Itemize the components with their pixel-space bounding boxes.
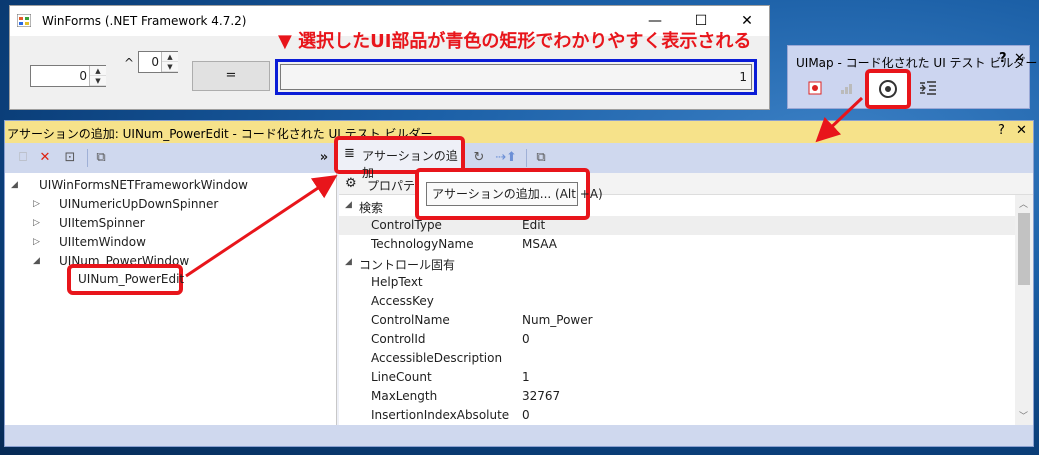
spin-up-icon[interactable]: ▲ [162,52,178,62]
property-name: AccessKey [371,294,434,308]
property-value: 0 [522,332,530,346]
scrollbar-thumb[interactable] [1018,213,1030,285]
result-textbox[interactable]: 1 [280,64,752,90]
property-name: HelpText [371,275,423,289]
equals-button[interactable]: = [192,61,270,91]
expander-icon[interactable]: ▷ [33,199,40,209]
uimap-help-button[interactable]: ? [999,51,1007,66]
add-assertion-tooltip: アサーションの追加... (Alt +A) [426,182,603,206]
refresh-icon[interactable]: ↻ [471,149,487,167]
spin-down-icon[interactable]: ▼ [90,76,106,86]
expander-icon[interactable]: ◢ [11,180,18,190]
rename-icon[interactable]: ⊡ [61,149,79,167]
property-name: AccessibleDescription [371,351,503,365]
winforms-window: WinForms (.NET Framework 4.7.2) — ☐ ✕ 0 … [9,5,770,110]
property-row[interactable]: InsertionIndexAbsolute 0 [339,406,1015,425]
expander-icon[interactable]: ◢ [345,200,352,210]
base-value: 0 [79,69,87,83]
properties-scrollbar[interactable]: ︿ ﹀ [1015,195,1033,425]
property-row[interactable]: HelpText [339,273,1015,292]
property-name: ControlType [371,218,442,232]
base-spin-buttons[interactable]: ▲ ▼ [89,66,106,86]
category-label: コントロール固有 [359,258,456,272]
property-row[interactable]: ControlId 0 [339,330,1015,349]
expander-icon[interactable]: ◢ [345,257,352,267]
property-value: 1 [522,370,530,384]
property-row[interactable]: AccessibleDescription [339,349,1015,368]
scroll-up-icon[interactable]: ︿ [1019,197,1028,210]
property-value: MSAA [522,237,557,251]
tree-node[interactable]: UIWinFormsNETFrameworkWindow [39,178,248,192]
add-control-icon[interactable]: ⇢⬆ [491,149,521,167]
control-tree-panel: ◢ UIWinFormsNETFrameworkWindow ▷ UINumer… [5,173,337,425]
property-row[interactable]: TechnologyName MSAA [339,235,1015,254]
expander-icon[interactable]: ◢ [33,256,40,266]
delete-icon[interactable]: ✕ [37,149,53,167]
status-bar [5,425,1033,446]
scroll-down-icon[interactable]: ﹀ [1019,409,1028,422]
tree-node[interactable]: UIItemSpinner [59,216,145,230]
builder-close-button[interactable]: ✕ [1016,123,1027,138]
expander-icon[interactable]: ▷ [33,237,40,247]
property-name: LineCount [371,370,432,384]
property-name: InsertionIndexAbsolute [371,408,510,422]
copy-to-clipboard-icon[interactable]: ⧉ [533,149,549,167]
assertion-builder-window: アサーションの追加: UINum_PowerEdit - コード化された UI … [4,120,1034,447]
property-row[interactable]: AccessKey [339,292,1015,311]
tree-node[interactable]: UIItemWindow [59,235,146,249]
category-label: 検索 [359,201,384,215]
power-caret-label: ^ [124,56,135,70]
property-row[interactable]: MaxLength 32767 [339,387,1015,406]
result-value: 1 [739,70,747,84]
crosshair-icon [879,80,897,98]
recorded-steps-icon[interactable] [835,76,859,100]
toolbar-separator [87,149,88,167]
expander-icon[interactable]: ▷ [33,218,40,228]
exponent-value: 0 [151,55,159,69]
selected-tree-node-highlight[interactable]: UINum_PowerEdit [67,264,185,295]
selected-tree-node: UINum_PowerEdit [78,272,185,286]
winforms-title: WinForms (.NET Framework 4.7.2) [42,14,247,28]
property-category[interactable]: ◢ コントロール固有 [339,254,1015,273]
copy-icon[interactable]: ⧉ [93,149,109,167]
assertion-builder-title-bar: アサーションの追加: UINum_PowerEdit - コード化された UI … [5,121,1033,143]
property-name: TechnologyName [371,237,474,251]
spin-down-icon[interactable]: ▼ [162,62,178,72]
property-row[interactable]: ControlName Num_Power [339,311,1015,330]
property-value: 0 [522,408,530,422]
tree-node[interactable]: UINumericUpDownSpinner [59,197,218,211]
property-value: Edit [522,218,546,232]
exponent-spin-buttons[interactable]: ▲ ▼ [161,52,178,72]
base-numeric-updown[interactable]: 0 ▲ ▼ [30,65,106,87]
property-name: ControlName [371,313,450,327]
properties-gear-icon[interactable]: ⚙ [345,176,357,191]
builder-help-button[interactable]: ? [998,123,1005,138]
record-icon[interactable] [803,76,827,100]
winforms-app-icon [17,14,31,27]
property-value: Num_Power [522,313,593,327]
add-assertion-icon: ≣ [344,146,355,161]
crosshair-button[interactable] [865,69,911,109]
property-row[interactable]: LineCount 1 [339,368,1015,387]
spin-up-icon[interactable]: ▲ [90,66,106,76]
property-name: ControlId [371,332,426,346]
toolbar-overflow-chevron[interactable]: » [317,149,331,167]
exponent-numeric-updown[interactable]: 0 ▲ ▼ [138,51,178,73]
uimap-builder-window: UIMap - コード化された UI テスト ビルダー ? ✕ [787,45,1037,109]
property-value: 32767 [522,389,561,403]
uimap-close-button[interactable]: ✕ [1014,51,1025,66]
new-control-icon[interactable]: ⎕ [15,149,31,167]
toolbar-separator [526,149,527,167]
property-name: MaxLength [371,389,438,403]
generate-code-icon[interactable] [916,76,940,100]
annotation-caption: ▼ 選択したUI部品が青色の矩形でわかりやすく表示される [278,31,752,52]
